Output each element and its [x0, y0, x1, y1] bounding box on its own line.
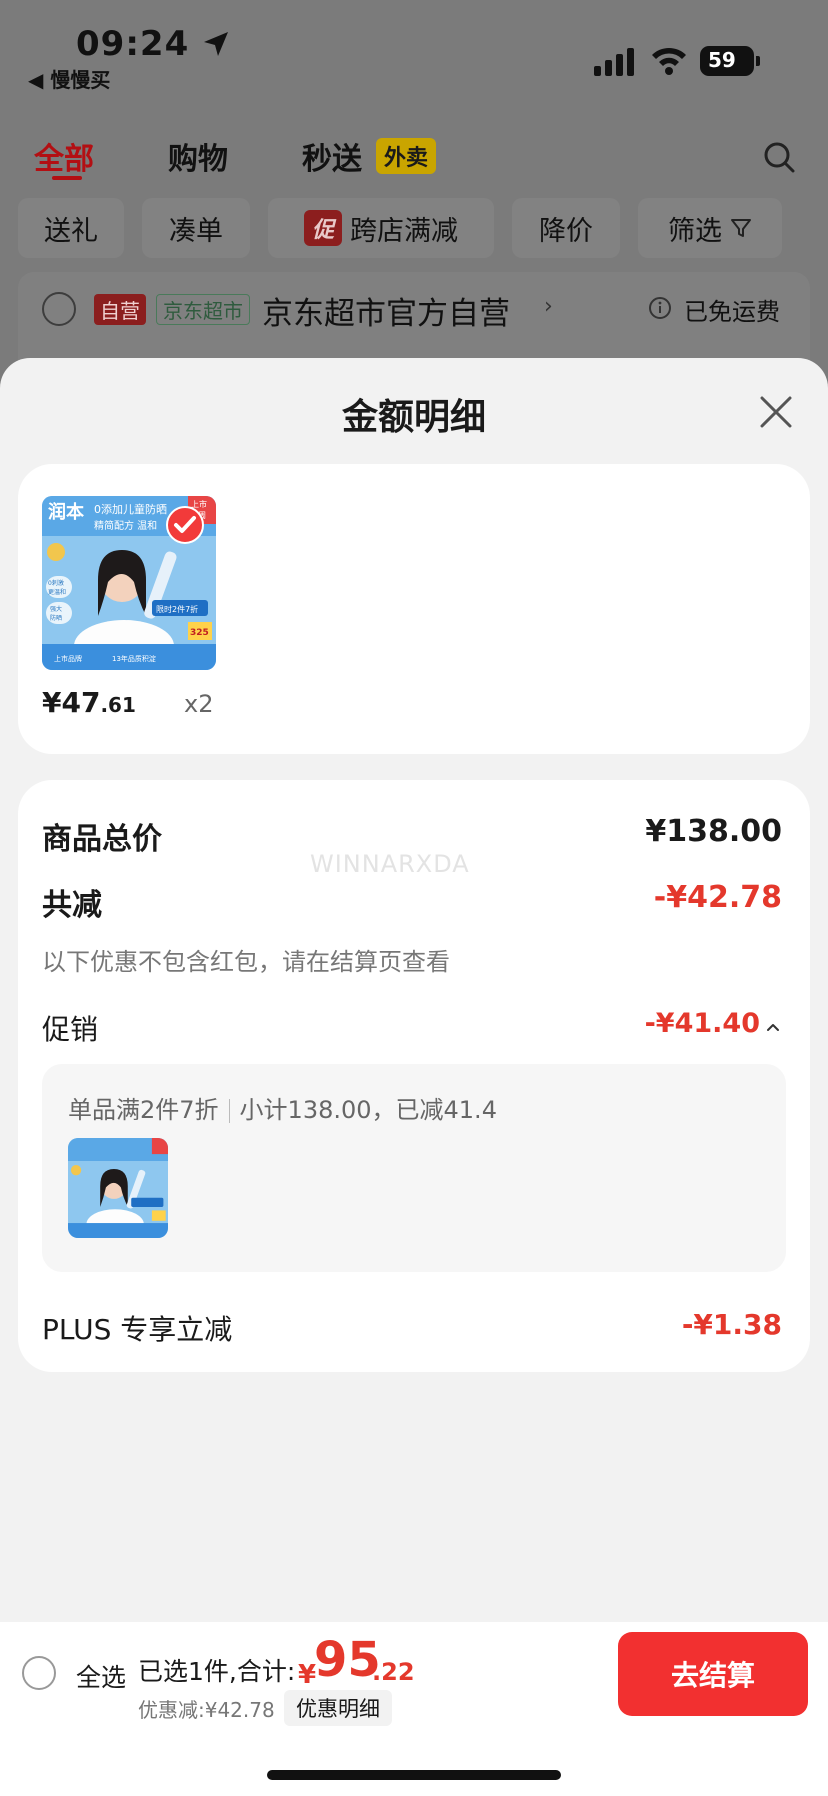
goods-total-label: 商品总价 — [42, 822, 162, 857]
product-badge-2: 更温和 — [48, 588, 66, 596]
product-badge-3: 强大 — [50, 605, 62, 613]
checkout-button[interactable]: 去结算 — [618, 1632, 808, 1716]
store-row: 自营 京东超市 京东超市官方自营 › 已免运费 — [18, 272, 810, 362]
background-page: 09:24 ◀ 慢慢买 59 全部 购物 秒送 外卖 送礼 凑单 促 跨店满减 … — [0, 0, 828, 370]
discount-summary: 优惠减:¥42.78 — [138, 1698, 275, 1722]
home-indicator — [267, 1770, 561, 1780]
separator — [228, 1099, 230, 1123]
filter-gift-label: 送礼 — [44, 215, 98, 247]
goods-total-value: ¥138.00 — [645, 814, 782, 849]
product-headline-2: 精简配方 温和 — [94, 519, 157, 532]
filter-label: 筛选 — [668, 215, 722, 247]
product-promo-text: 限时2件7折 — [156, 604, 198, 614]
filter-row: 送礼 凑单 促 跨店满减 降价 筛选 — [0, 198, 828, 258]
info-icon[interactable] — [648, 296, 672, 320]
promotion-detail-box: 单品满2件7折 小计138.00，已减41.4 — [42, 1064, 786, 1272]
promotion-rule: 单品满2件7折 — [68, 1096, 219, 1124]
jd-market-badge: 京东超市 — [156, 294, 250, 325]
status-bar: 09:24 ◀ 慢慢买 59 — [0, 0, 828, 100]
self-operated-badge: 自营 — [94, 294, 146, 325]
plus-discount-value: -¥1.38 — [681, 1308, 782, 1341]
free-shipping-text: 已免运费 — [684, 298, 780, 326]
filter-pool-order[interactable]: 凑单 — [142, 198, 250, 258]
plus-discount-label: PLUS 专享立减 — [42, 1313, 233, 1346]
total-reduction-label: 共减 — [42, 888, 102, 923]
store-chevron-icon: › — [544, 294, 553, 319]
amount-detail-sheet: 金额明细 润本 0添加儿童防晒 精简配方 温和 上市 1周 0刺激 更温和 强大 — [0, 358, 828, 1796]
sheet-title: 金额明细 — [341, 397, 486, 438]
chevron-up-icon[interactable] — [764, 1018, 782, 1036]
tab-instant-delivery[interactable]: 秒送 — [302, 134, 362, 178]
back-to-app-link[interactable]: ◀ 慢慢买 — [28, 64, 110, 93]
promotion-value[interactable]: -¥41.40 — [645, 1008, 760, 1039]
filter-icon — [731, 219, 751, 237]
takeout-tag: 外卖 — [376, 138, 437, 174]
product-foot-1: 上市品牌 — [54, 654, 82, 663]
status-time: 09:24 — [76, 24, 190, 64]
total-reduction-value: -¥42.78 — [653, 880, 782, 915]
reduction-note: 以下优惠不包含红包，请在结算页查看 — [42, 948, 450, 976]
battery-icon: 59 — [700, 46, 760, 76]
select-all-radio[interactable] — [22, 1656, 56, 1690]
product-quantity: x2 — [184, 690, 214, 718]
product-unit-price: ¥47.61 — [42, 686, 136, 719]
selected-products-card: 润本 0添加儿童防晒 精简配方 温和 上市 1周 0刺激 更温和 强大 防晒 限… — [18, 464, 810, 754]
selected-count-text: 已选1件,合计: — [138, 1657, 296, 1686]
discount-detail-button[interactable]: 优惠明细 — [284, 1690, 392, 1726]
search-icon[interactable] — [762, 140, 796, 174]
total-integer: 95 — [314, 1632, 381, 1688]
product-badge-4: 防晒 — [50, 614, 62, 622]
filter-price-drop-label: 降价 — [539, 215, 593, 247]
filter-cross-store-label: 跨店满减 — [350, 215, 458, 247]
filter-gift[interactable]: 送礼 — [18, 198, 124, 258]
promotion-description: 单品满2件7折 小计138.00，已减41.4 — [68, 1090, 497, 1125]
product-price-tag: 325 — [190, 628, 209, 638]
product-brand-text: 润本 — [48, 501, 84, 523]
filter-button[interactable]: 筛选 — [638, 198, 782, 258]
location-arrow-icon — [204, 32, 228, 56]
promotion-product-image — [68, 1138, 168, 1238]
signal-icon — [594, 48, 634, 76]
tab-all[interactable]: 全部 — [34, 134, 94, 178]
price-integer: ¥47 — [42, 686, 101, 719]
product-foot-2: 13年品质积淀 — [112, 654, 156, 663]
price-decimal: .61 — [100, 693, 136, 717]
store-select-radio[interactable] — [42, 292, 76, 326]
store-name[interactable]: 京东超市官方自营 — [262, 288, 510, 333]
tab-active-underline — [52, 176, 82, 180]
top-tabs: 全部 购物 秒送 外卖 — [0, 128, 828, 188]
promotion-product-thumbnail[interactable] — [68, 1138, 168, 1238]
product-headline-1: 0添加儿童防晒 — [94, 502, 167, 516]
checkout-bar: 全选 已选1件,合计: ¥ 95 .22 优惠减:¥42.78 优惠明细 去结算 — [0, 1622, 828, 1796]
product-badge-1: 0刺激 — [48, 579, 64, 587]
check-icon — [166, 506, 204, 544]
watermark: WINNARXDA — [310, 850, 470, 878]
select-all-label[interactable]: 全选 — [76, 1658, 126, 1694]
filter-pool-label: 凑单 — [169, 215, 223, 247]
wifi-icon — [652, 47, 686, 75]
checkout-label: 去结算 — [670, 1659, 755, 1692]
promotion-subtotal: 小计138.00，已减41.4 — [239, 1096, 497, 1124]
battery-level: 59 — [708, 48, 736, 72]
close-icon[interactable] — [758, 394, 794, 430]
total-decimal: .22 — [372, 1658, 415, 1686]
promo-badge: 促 — [303, 210, 342, 246]
tab-shopping[interactable]: 购物 — [168, 134, 228, 178]
filter-cross-store[interactable]: 促 跨店满减 — [268, 198, 494, 258]
filter-price-drop[interactable]: 降价 — [512, 198, 620, 258]
promotion-label: 促销 — [42, 1013, 99, 1046]
